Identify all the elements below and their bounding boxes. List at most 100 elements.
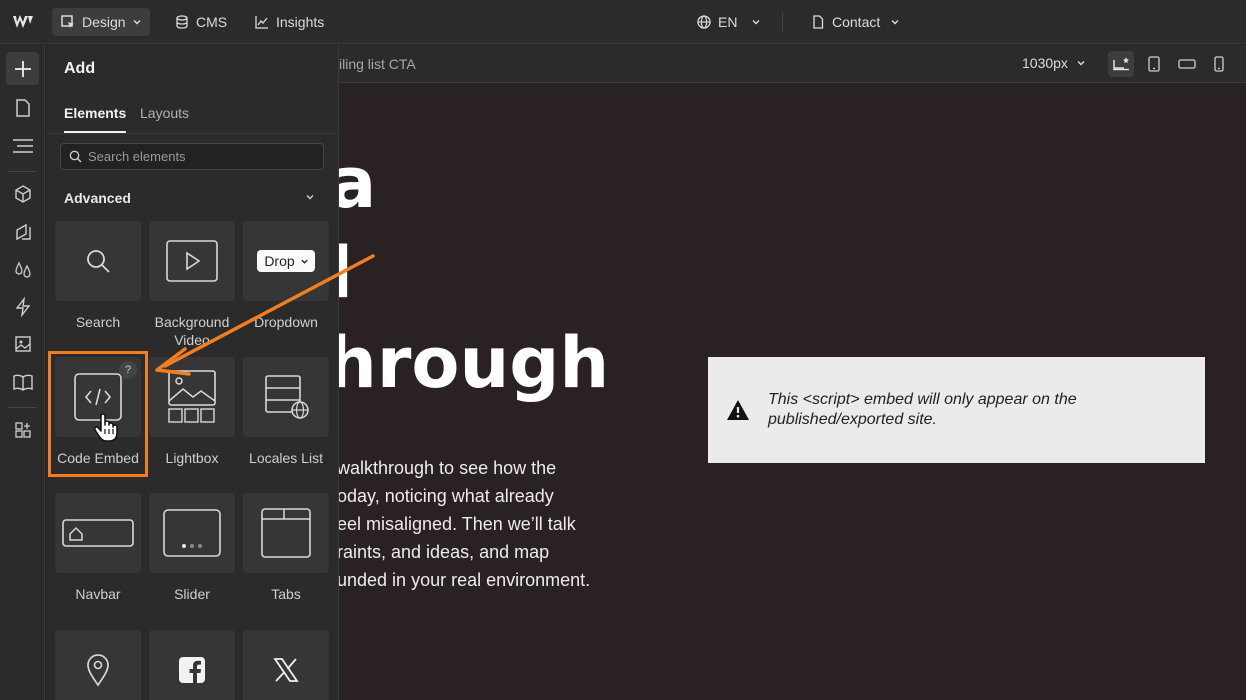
hero-heading-line: a — [339, 142, 377, 224]
hero-heading-line: hrough — [339, 322, 610, 404]
topbar-divider — [782, 12, 783, 32]
apps-library-button[interactable] — [6, 365, 39, 398]
facebook-icon — [179, 657, 205, 683]
x-logo-icon — [273, 658, 299, 682]
panel-title: Add — [64, 60, 96, 77]
element-tile-label: Lightbox — [165, 450, 219, 466]
navbar-icon — [62, 519, 134, 547]
search-input[interactable] — [88, 149, 308, 164]
components-button[interactable] — [6, 177, 39, 210]
tablet-icon — [1148, 56, 1160, 72]
element-tile-label: Slider — [174, 586, 210, 602]
element-tile-search[interactable] — [55, 221, 141, 301]
embed-notice-text: This <script> embed will only appear on … — [768, 391, 1077, 428]
navigator-button[interactable] — [6, 129, 39, 162]
element-tile-label: Dropdown — [254, 314, 318, 330]
image-icon — [14, 335, 31, 352]
globe-icon — [697, 15, 711, 29]
element-tile-locales-list[interactable] — [243, 357, 329, 437]
lightning-icon — [15, 296, 30, 317]
element-tile-facebook[interactable] — [149, 630, 235, 700]
chart-line-icon — [255, 16, 268, 29]
plus-icon — [14, 60, 31, 77]
hand-cursor-icon — [94, 413, 118, 442]
chevron-down-icon — [1077, 61, 1085, 66]
cube-icon — [14, 184, 31, 203]
tab-layouts[interactable]: Layouts — [140, 105, 189, 121]
hero-paragraph: walkthrough to see how the oday, noticin… — [339, 458, 591, 590]
interactions-button[interactable] — [6, 290, 39, 323]
warning-icon — [727, 400, 749, 420]
database-icon — [176, 15, 188, 29]
design-mode-button[interactable]: Design — [52, 8, 150, 36]
locale-label: EN — [718, 14, 738, 30]
design-mode-label: Design — [82, 14, 126, 30]
chevron-down-icon — [891, 20, 899, 25]
design-cursor-icon — [61, 15, 74, 28]
insights-label: Insights — [276, 14, 325, 30]
element-tile-label: Navbar — [75, 586, 121, 602]
tab-elements[interactable]: Elements — [64, 105, 126, 121]
mobile-portrait-icon — [1214, 56, 1224, 72]
canvas-width-value: 1030px — [1022, 55, 1068, 71]
page-icon — [15, 98, 30, 117]
variables-button[interactable] — [6, 253, 39, 286]
element-tile-x[interactable] — [243, 630, 329, 700]
chevron-down-icon — [752, 20, 760, 25]
search-field[interactable] — [60, 143, 324, 170]
pages-button[interactable] — [6, 91, 39, 124]
mobile-landscape-icon — [1178, 59, 1196, 69]
desktop-breakpoint-button[interactable] — [1108, 51, 1134, 77]
cms-label: CMS — [196, 14, 228, 30]
element-tile-dropdown[interactable]: Drop — [243, 221, 329, 301]
element-tile-label: Locales List — [249, 450, 323, 466]
element-tile-lightbox[interactable] — [149, 357, 235, 437]
element-tile-label: Tabs — [271, 586, 301, 602]
page-icon — [813, 15, 824, 29]
insights-button[interactable]: Insights — [246, 8, 332, 36]
breadcrumb[interactable]: iling list CTA — [339, 56, 416, 72]
locale-selector[interactable]: EN — [688, 8, 769, 36]
dropdown-preview-text: Drop — [264, 253, 295, 269]
cms-button[interactable]: CMS — [166, 8, 235, 36]
droplets-icon — [14, 261, 31, 278]
dropdown-preview: Drop — [257, 250, 315, 272]
map-pin-icon — [87, 654, 109, 687]
add-panel-button[interactable] — [6, 52, 39, 85]
webflow-logo-icon[interactable] — [8, 8, 38, 36]
assets-button[interactable] — [6, 327, 39, 360]
top-bar: Design CMS Insights EN Contact — [0, 0, 1246, 44]
tabs-divider — [46, 133, 338, 134]
element-tile-background-video[interactable] — [149, 221, 235, 301]
design-canvas[interactable]: a l hrough walkthrough to see how the od… — [339, 84, 1246, 700]
chevron-down-icon — [133, 20, 141, 25]
element-tile-navbar[interactable] — [55, 493, 141, 573]
tablet-breakpoint-button[interactable] — [1141, 51, 1167, 77]
element-tile-slider[interactable] — [149, 493, 235, 573]
play-icon — [166, 240, 218, 282]
mobile-portrait-breakpoint-button[interactable] — [1206, 51, 1232, 77]
page-selector[interactable]: Contact — [802, 8, 908, 36]
style-selector-icon — [15, 223, 31, 240]
navigator-icon — [12, 138, 33, 153]
book-icon — [12, 374, 33, 391]
embed-notice: This <script> embed will only appear on … — [708, 357, 1205, 463]
section-header-advanced[interactable]: Advanced — [64, 190, 131, 206]
element-tile-tabs[interactable] — [243, 493, 329, 573]
mobile-landscape-breakpoint-button[interactable] — [1174, 51, 1200, 77]
chevron-down-icon — [300, 259, 308, 264]
canvas-width-selector[interactable]: 1030px — [1022, 55, 1086, 71]
rail-divider — [8, 407, 37, 408]
element-tile-map[interactable] — [55, 630, 141, 700]
desktop-star-icon — [1113, 57, 1129, 71]
element-tile-label: Background Video — [154, 314, 230, 348]
canvas-toolbar: iling list CTA 1030px — [339, 45, 1246, 83]
chevron-down-icon[interactable] — [304, 191, 316, 203]
locales-list-icon — [265, 375, 309, 419]
search-icon — [87, 250, 110, 273]
apps-button[interactable] — [6, 413, 39, 446]
tool-rail — [0, 45, 45, 700]
style-selectors-button[interactable] — [6, 215, 39, 248]
element-tile-label: Search — [75, 314, 121, 330]
tabs-icon — [261, 508, 311, 558]
